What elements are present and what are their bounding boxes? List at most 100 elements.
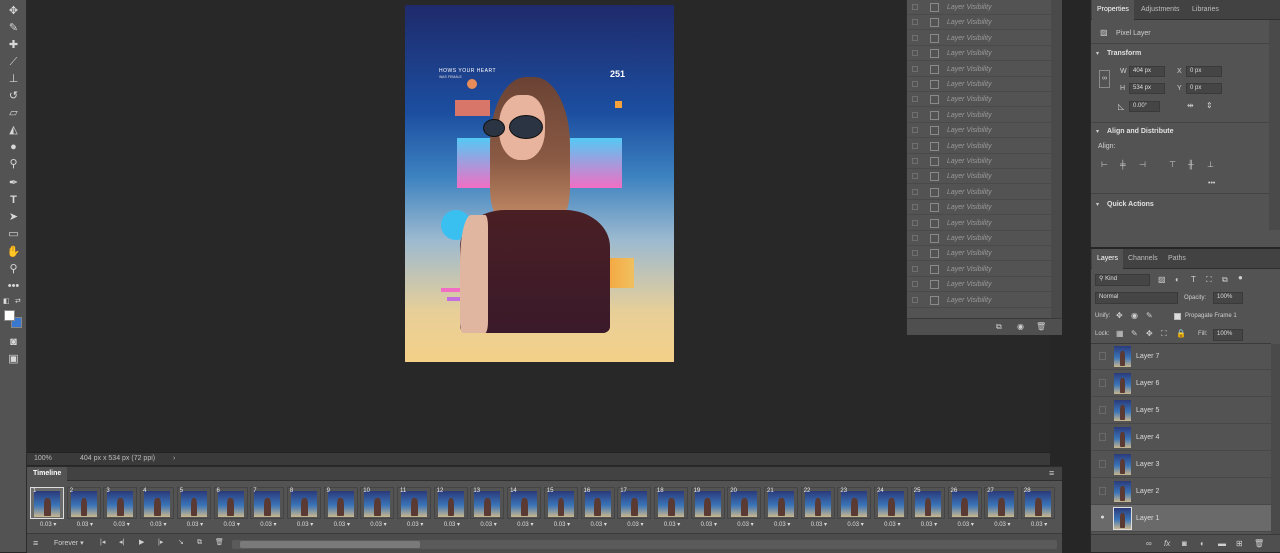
document-artboard[interactable]: HOWS YOUR HEART WAS FEMALE 251 xyxy=(405,5,674,362)
timeline-frame-14[interactable]: 14 0.03 ▾ xyxy=(507,487,542,529)
history-state[interactable]: Layer Visibility xyxy=(907,231,1051,246)
frame-delay[interactable]: 0.03 ▾ xyxy=(113,521,129,528)
transform-chevron-icon[interactable]: ▾ xyxy=(1096,50,1099,57)
frame-delay[interactable]: 0.03 ▾ xyxy=(737,521,753,528)
timeline-frame-12[interactable]: 12 0.03 ▾ xyxy=(433,487,468,529)
unify-visibility-icon[interactable]: ◉ xyxy=(1131,311,1138,321)
align-more-icon[interactable]: ••• xyxy=(1208,180,1215,187)
quick-actions-chevron-icon[interactable]: ▾ xyxy=(1096,201,1099,208)
hand-icon[interactable]: ✋ xyxy=(5,245,22,259)
history-state[interactable]: Layer Visibility xyxy=(907,92,1051,108)
tab-adjustments[interactable]: Adjustments xyxy=(1136,0,1185,20)
unify-style-icon[interactable]: ✎ xyxy=(1146,311,1153,321)
type-icon[interactable]: T xyxy=(5,193,22,207)
history-source-checkbox[interactable] xyxy=(912,250,918,257)
tween-icon[interactable]: ↘ xyxy=(178,538,184,548)
filter-smart-object-icon[interactable]: ⧉ xyxy=(1222,275,1228,285)
flip-horizontal-icon[interactable]: ⇹ xyxy=(1187,101,1194,111)
frame-delay[interactable]: 0.03 ▾ xyxy=(370,521,386,528)
history-source-checkbox[interactable] xyxy=(912,50,918,57)
more-tools-icon[interactable]: ••• xyxy=(5,279,22,293)
play-icon[interactable]: ▶ xyxy=(139,538,144,548)
brush-icon[interactable]: ⟋ xyxy=(5,55,22,69)
history-source-checkbox[interactable] xyxy=(912,235,918,241)
pen-icon[interactable]: ✒ xyxy=(5,176,22,190)
frame-delay[interactable]: 0.03 ▾ xyxy=(224,521,240,528)
mask-icon[interactable]: ◙ xyxy=(1182,539,1187,549)
loop-select[interactable]: Forever ▾ xyxy=(54,539,84,549)
move-tool-icon[interactable]: ✥ xyxy=(5,4,22,18)
align-vcenter-icon[interactable]: ╫ xyxy=(1188,160,1194,170)
timeline-frame-13[interactable]: 13 0.03 ▾ xyxy=(470,487,505,529)
history-source-checkbox[interactable] xyxy=(912,81,918,87)
layer-row-3[interactable]: Layer 3 xyxy=(1091,451,1271,478)
history-source-checkbox[interactable] xyxy=(912,204,918,211)
align-chevron-icon[interactable]: ▾ xyxy=(1096,128,1099,135)
visibility-eye-icon[interactable]: ● xyxy=(1099,514,1106,522)
history-state[interactable]: Layer Visibility xyxy=(907,216,1051,231)
paint-bucket-icon[interactable]: ◭ xyxy=(5,123,22,137)
healing-brush-icon[interactable]: ✚ xyxy=(5,38,22,52)
y-field[interactable]: 0 px xyxy=(1186,83,1222,94)
filter-toggle-icon[interactable]: ● xyxy=(1238,273,1243,283)
frame-delay[interactable]: 0.03 ▾ xyxy=(847,521,863,528)
new-layer-icon[interactable]: ⊞ xyxy=(1236,539,1243,549)
tab-properties[interactable]: Properties xyxy=(1092,0,1134,20)
zoom-icon[interactable]: ⚲ xyxy=(5,262,22,276)
layer-row-2[interactable]: Layer 2 xyxy=(1091,478,1271,505)
layers-scrollbar[interactable] xyxy=(1271,344,1280,534)
timeline-menu-icon[interactable]: ≡ xyxy=(1049,468,1054,478)
foreground-color-swatch[interactable] xyxy=(4,310,15,321)
timeline-frame-16[interactable]: 16 0.03 ▾ xyxy=(580,487,615,529)
frame-delay[interactable]: 0.03 ▾ xyxy=(884,521,900,528)
width-field[interactable]: 404 px xyxy=(1129,66,1165,77)
snapshot-icon[interactable]: ◉ xyxy=(1017,322,1024,332)
timeline-frame-22[interactable]: 22 0.03 ▾ xyxy=(800,487,835,529)
timeline-frame-4[interactable]: 4 0.03 ▾ xyxy=(140,487,175,529)
history-state[interactable]: Layer Visibility xyxy=(907,154,1051,169)
history-source-checkbox[interactable] xyxy=(912,265,918,272)
history-state[interactable]: Layer Visibility xyxy=(907,0,1051,15)
timeline-frame-20[interactable]: 20 0.03 ▾ xyxy=(727,487,762,529)
align-hcenter-icon[interactable]: ╪ xyxy=(1120,160,1126,170)
visibility-toggle[interactable] xyxy=(1099,379,1106,387)
swap-colors-icon[interactable]: ⇄ xyxy=(15,297,23,305)
history-source-checkbox[interactable] xyxy=(912,296,918,303)
frame-delay[interactable]: 0.03 ▾ xyxy=(701,521,717,528)
trash-icon[interactable]: 🗑 xyxy=(1254,539,1264,549)
history-source-checkbox[interactable] xyxy=(912,19,918,26)
timeline-scroll-thumb[interactable] xyxy=(240,541,420,548)
x-field[interactable]: 0 px xyxy=(1186,66,1222,77)
next-frame-icon[interactable]: |▸ xyxy=(158,538,163,548)
history-source-checkbox[interactable] xyxy=(912,4,918,10)
frame-delay[interactable]: 0.03 ▾ xyxy=(297,521,313,528)
timeline-frame-2[interactable]: 2 0.03 ▾ xyxy=(66,487,101,529)
history-source-checkbox[interactable] xyxy=(912,281,918,288)
filter-shape-icon[interactable]: ⛶ xyxy=(1206,275,1212,285)
tab-layers[interactable]: Layers xyxy=(1092,249,1124,269)
adjustment-icon[interactable]: ◐ xyxy=(1200,539,1205,549)
tab-channels[interactable]: Channels xyxy=(1123,249,1163,269)
frame-delay[interactable]: 0.03 ▾ xyxy=(187,521,203,528)
frame-delay[interactable]: 0.03 ▾ xyxy=(627,521,643,528)
timeline-frame-15[interactable]: 15 0.03 ▾ xyxy=(543,487,578,529)
clone-stamp-icon[interactable]: ⊥ xyxy=(5,72,22,86)
history-state[interactable]: Layer Visibility xyxy=(907,123,1051,139)
timeline-frame-6[interactable]: 6 0.03 ▾ xyxy=(213,487,248,529)
frame-delay[interactable]: 0.03 ▾ xyxy=(517,521,533,528)
history-source-checkbox[interactable] xyxy=(912,158,918,164)
frame-delay[interactable]: 0.03 ▾ xyxy=(811,521,827,528)
history-source-checkbox[interactable] xyxy=(912,188,918,195)
status-arrow-icon[interactable]: › xyxy=(173,453,175,465)
timeline-frame-26[interactable]: 26 0.03 ▾ xyxy=(947,487,982,529)
timeline-frame-27[interactable]: 27 0.03 ▾ xyxy=(984,487,1019,529)
propagate-checkbox[interactable] xyxy=(1174,313,1181,320)
lock-position-icon[interactable]: ✥ xyxy=(1146,329,1153,339)
filter-type-icon[interactable]: T xyxy=(1191,275,1196,285)
history-source-checkbox[interactable] xyxy=(912,142,918,149)
layer-row-6[interactable]: Layer 6 xyxy=(1091,370,1271,397)
history-state[interactable]: Layer Visibility xyxy=(907,46,1051,62)
timeline-frame-9[interactable]: 9 0.03 ▾ xyxy=(323,487,358,529)
timeline-frame-21[interactable]: 21 0.03 ▾ xyxy=(764,487,798,529)
visibility-toggle[interactable] xyxy=(1099,460,1106,468)
